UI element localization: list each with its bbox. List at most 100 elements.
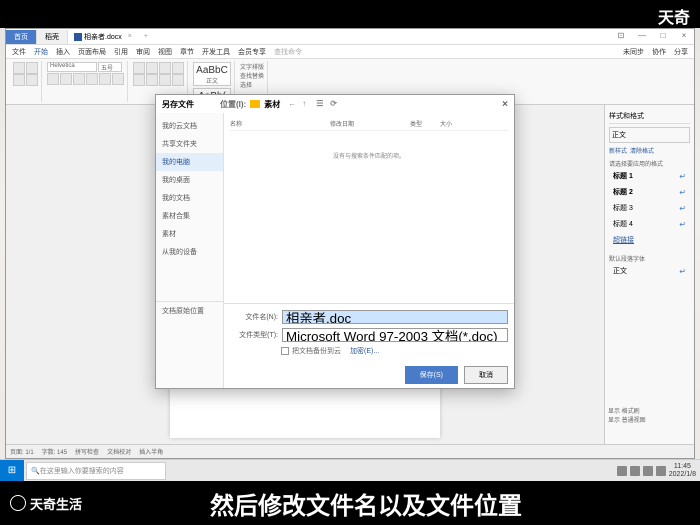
collab-button[interactable]: 协作 <box>652 47 666 57</box>
minimize-icon[interactable]: — <box>632 31 652 43</box>
sidebar-computer[interactable]: 我的电脑 <box>156 153 223 171</box>
dialog-close-icon[interactable]: × <box>502 99 508 110</box>
format-painter-icon[interactable] <box>26 74 38 86</box>
font-color-icon[interactable] <box>112 73 124 85</box>
view-icon[interactable]: ☰ <box>316 99 326 109</box>
start-button[interactable]: ⊞ <box>0 460 24 482</box>
highlight-icon[interactable] <box>99 73 111 85</box>
tab-kdocs[interactable]: 稻壳 <box>37 30 68 44</box>
menu-ref[interactable]: 引用 <box>114 47 128 57</box>
paste-icon[interactable] <box>13 62 25 74</box>
new-style-button[interactable]: 新样式 <box>609 146 627 155</box>
copy-icon[interactable] <box>13 74 25 86</box>
status-mode[interactable]: 文档校对 <box>107 447 131 456</box>
location-value[interactable]: 素材 <box>264 99 280 110</box>
menu-search[interactable]: 查找命令 <box>274 47 302 57</box>
dialog-footer: 保存(S) 取消 <box>224 362 514 388</box>
font-size-select[interactable]: 五号 <box>98 62 122 72</box>
menu-chapter[interactable]: 章节 <box>180 47 194 57</box>
bullets-icon[interactable] <box>133 62 145 74</box>
col-type[interactable]: 类型 <box>410 119 440 128</box>
sync-status[interactable]: 未同步 <box>623 47 644 57</box>
outdent-icon[interactable] <box>172 62 184 74</box>
up-icon[interactable]: ↑ <box>302 99 312 109</box>
style-item-h4[interactable]: 标题 4↵ <box>609 216 690 232</box>
menu-start[interactable]: 开始 <box>34 47 48 57</box>
filename-input[interactable] <box>282 310 508 324</box>
cut-icon[interactable] <box>26 62 38 74</box>
col-date[interactable]: 修改日期 <box>330 119 410 128</box>
align-right-icon[interactable] <box>159 74 171 86</box>
panel-opt-2[interactable]: 显示 普通视图 <box>608 415 690 424</box>
panel-opt-1[interactable]: 显示 格式刷 <box>608 406 690 415</box>
location-label: 位置(I): <box>220 99 246 110</box>
sidebar-material1[interactable]: 素材合集 <box>156 207 223 225</box>
new-tab-icon[interactable]: + <box>138 33 154 40</box>
menu-file[interactable]: 文件 <box>12 47 26 57</box>
menu-view[interactable]: 视图 <box>158 47 172 57</box>
underline-icon[interactable] <box>73 73 85 85</box>
clear-format-button[interactable]: 清除格式 <box>630 146 654 155</box>
tab-home[interactable]: 首页 <box>6 30 37 44</box>
style-item-h3[interactable]: 标题 3↵ <box>609 200 690 216</box>
strike-icon[interactable] <box>86 73 98 85</box>
align-center-icon[interactable] <box>146 74 158 86</box>
sidebar-shared[interactable]: 共享文件夹 <box>156 135 223 153</box>
col-name[interactable]: 名称 <box>230 119 330 128</box>
volume-icon[interactable] <box>656 466 666 476</box>
subtitle-text: 然后修改文件名以及文件位置 <box>122 486 610 521</box>
menu-member[interactable]: 会员专享 <box>238 47 266 57</box>
backup-checkbox[interactable] <box>281 347 289 355</box>
save-button[interactable]: 保存(S) <box>405 366 458 384</box>
numbering-icon[interactable] <box>146 62 158 74</box>
sidebar-documents[interactable]: 我的文档 <box>156 189 223 207</box>
italic-icon[interactable] <box>60 73 72 85</box>
document-tab[interactable]: 相亲者.docx × <box>68 30 138 44</box>
style-item-h1[interactable]: 标题 1↵ <box>609 168 690 184</box>
close-tab-icon[interactable]: × <box>128 33 132 40</box>
status-page: 页面: 1/1 <box>10 447 34 456</box>
menu-dev[interactable]: 开发工具 <box>202 47 230 57</box>
menu-layout[interactable]: 页面布局 <box>78 47 106 57</box>
share-button[interactable]: 分享 <box>674 47 688 57</box>
sidebar-device[interactable]: 从我的设备 <box>156 243 223 261</box>
font-name-select[interactable]: Helvetica <box>47 62 97 72</box>
word-icon <box>74 33 82 41</box>
align-left-icon[interactable] <box>133 74 145 86</box>
style-normal[interactable]: AaBbC正文 <box>193 62 231 86</box>
status-lang[interactable]: 拼写检查 <box>75 447 99 456</box>
style-item-link[interactable]: 超链接 <box>609 232 690 248</box>
col-size[interactable]: 大小 <box>440 119 470 128</box>
encrypt-link[interactable]: 加密(E)... <box>350 346 379 356</box>
file-list[interactable]: 名称 修改日期 类型 大小 没有与搜索条件匹配的项。 <box>224 113 514 303</box>
back-icon[interactable]: ← <box>288 99 298 109</box>
taskbar-search[interactable]: 🔍 在这里输入你要搜索的内容 <box>26 462 166 480</box>
text-layout-button[interactable]: 文字排版 <box>240 62 264 71</box>
sidebar-cloud[interactable]: 我的云文档 <box>156 117 223 135</box>
filetype-select[interactable] <box>282 328 508 342</box>
maximize-icon[interactable]: □ <box>653 31 673 43</box>
style-item-body[interactable]: 正文↵ <box>609 263 690 279</box>
cancel-button[interactable]: 取消 <box>464 366 508 384</box>
filename-label: 文件名(N): <box>230 312 278 322</box>
clock[interactable]: 11:45 2022/1/8 <box>669 463 696 478</box>
settings-icon[interactable]: ⊡ <box>611 31 631 43</box>
sidebar-material2[interactable]: 素材 <box>156 225 223 243</box>
menu-review[interactable]: 审阅 <box>136 47 150 57</box>
refresh-icon[interactable]: ⟳ <box>330 99 340 109</box>
sidebar-desktop[interactable]: 我的桌面 <box>156 171 223 189</box>
current-style[interactable]: 正文 <box>609 127 690 143</box>
menu-insert[interactable]: 插入 <box>56 47 70 57</box>
style-item-h2[interactable]: 标题 2↵ <box>609 184 690 200</box>
wifi-icon[interactable] <box>643 466 653 476</box>
select-button[interactable]: 选择 <box>240 80 264 89</box>
indent-icon[interactable] <box>159 62 171 74</box>
justify-icon[interactable] <box>172 74 184 86</box>
tray-icon[interactable] <box>630 466 640 476</box>
sidebar-original[interactable]: 文档原始位置 <box>156 301 223 320</box>
status-insert[interactable]: 插入半角 <box>139 447 163 456</box>
close-icon[interactable]: × <box>674 31 694 43</box>
tray-icon[interactable] <box>617 466 627 476</box>
find-replace-button[interactable]: 查找替换 <box>240 71 264 80</box>
bold-icon[interactable] <box>47 73 59 85</box>
